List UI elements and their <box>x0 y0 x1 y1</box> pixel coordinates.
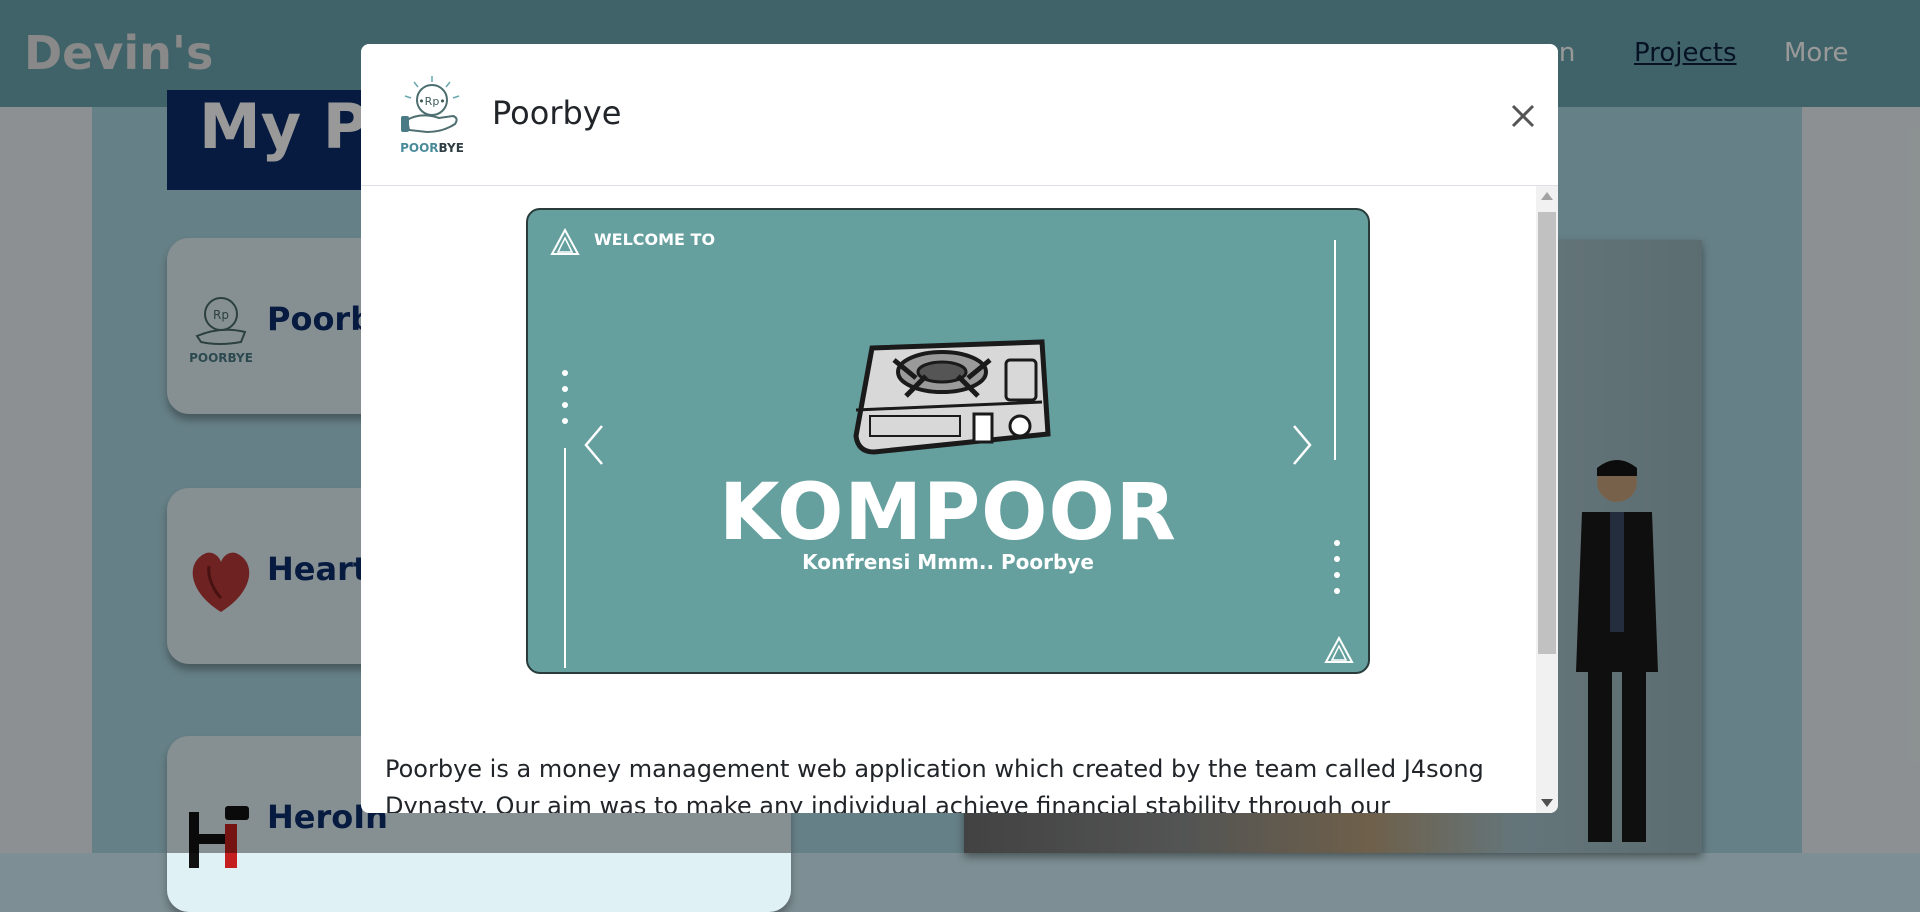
scroll-up-arrow-icon[interactable] <box>1541 192 1553 200</box>
stove-icon <box>853 339 1051 455</box>
close-icon[interactable] <box>1503 96 1543 136</box>
poorbye-logo-icon: •Rp• POORBYE <box>400 76 464 155</box>
scrollbar-thumb[interactable] <box>1538 212 1556 654</box>
chevron-left-icon[interactable] <box>578 420 608 470</box>
logo-coin-text: •Rp• <box>418 95 446 108</box>
triangle-logo-icon <box>550 228 580 255</box>
project-description: Poorbye is a money management web applic… <box>385 755 1484 813</box>
modal-body: WELCOME TO KOMPOOR Konfrensi Mmm.. Poorb… <box>361 186 1536 813</box>
modal-title: Poorbye <box>492 94 622 132</box>
project-carousel[interactable]: WELCOME TO KOMPOOR Konfrensi Mmm.. Poorb… <box>526 208 1370 674</box>
logo-text-poor: POOR <box>400 141 438 155</box>
slide-welcome-text: WELCOME TO <box>594 230 716 249</box>
triangle-logo-icon <box>1324 636 1354 663</box>
scroll-down-arrow-icon[interactable] <box>1541 799 1553 807</box>
chevron-right-icon[interactable] <box>1288 420 1318 470</box>
slide-subheading: Konfrensi Mmm.. Poorbye <box>802 550 1094 574</box>
slide-heading: KOMPOOR <box>719 468 1177 558</box>
modal-header: •Rp• POORBYE Poorbye <box>361 44 1558 186</box>
modal-scrollbar[interactable] <box>1536 186 1558 813</box>
logo-text-bye: BYE <box>439 141 464 155</box>
svg-text:POORBYE: POORBYE <box>400 141 464 155</box>
project-modal: •Rp• POORBYE Poorbye WELCOME TO KOMPOOR … <box>361 44 1558 813</box>
slide-decor-line <box>1334 240 1336 460</box>
